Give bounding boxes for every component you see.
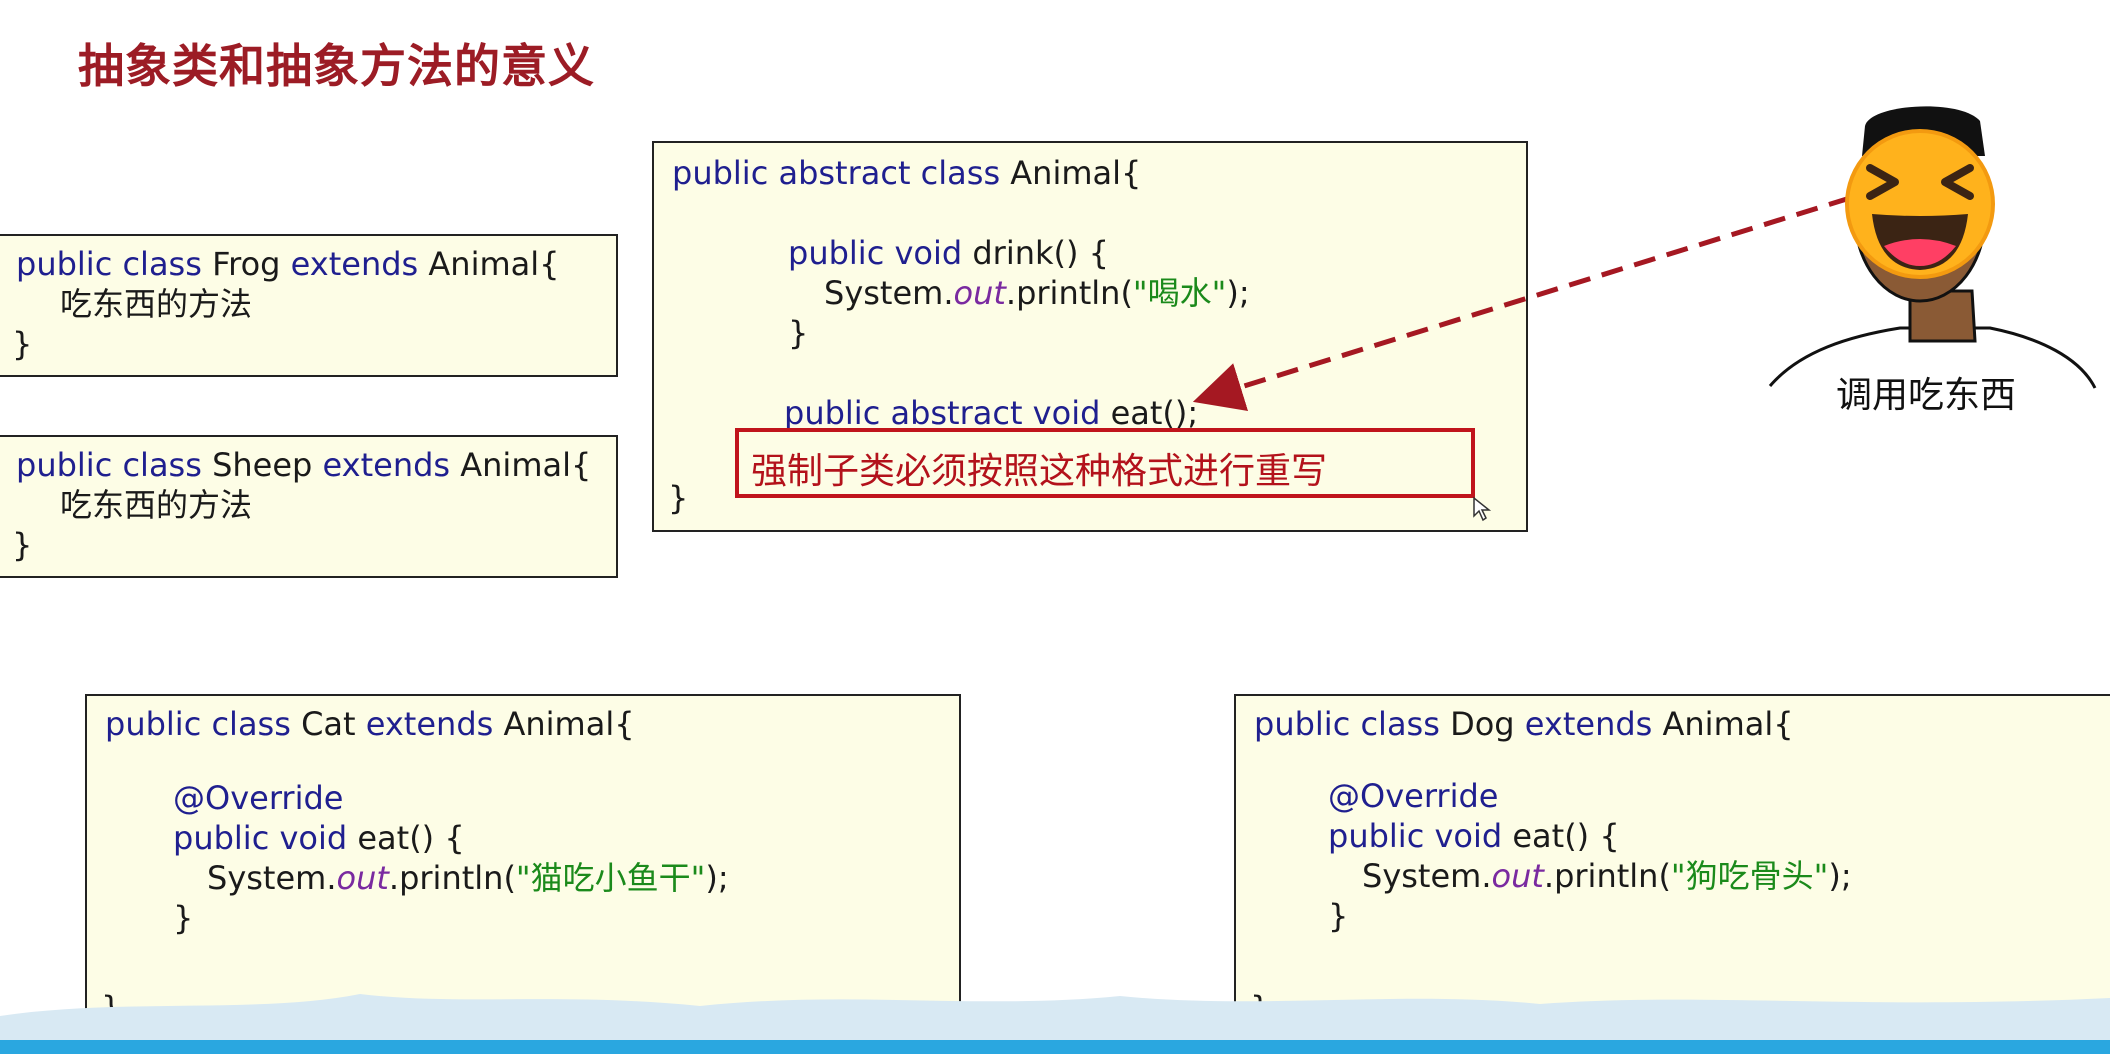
laughing-emoji-icon bbox=[1845, 129, 1995, 279]
bottom-landscape-decoration bbox=[0, 994, 2110, 1054]
person-illustration bbox=[1768, 106, 2097, 389]
mouse-cursor-icon bbox=[1473, 496, 1492, 522]
person-caption: 调用吃东西 bbox=[1836, 375, 2017, 416]
